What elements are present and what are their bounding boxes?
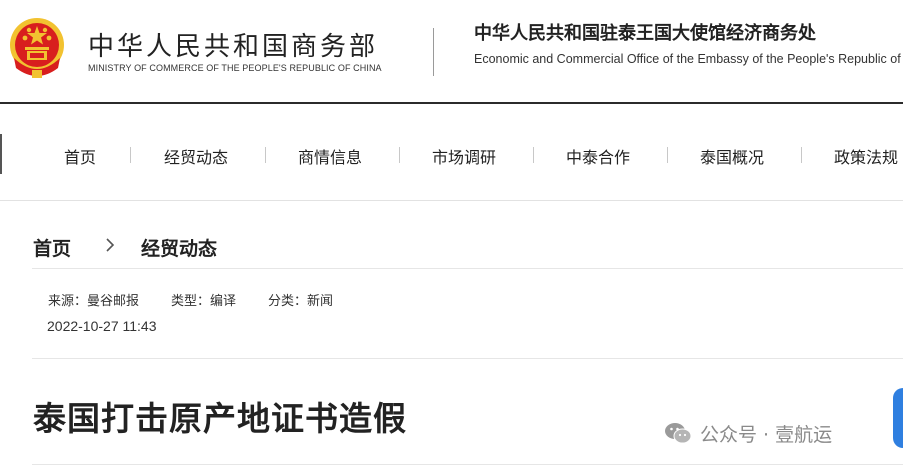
- nav-item-policies-regulations[interactable]: 政策法规: [834, 144, 898, 168]
- breadcrumb-home[interactable]: 首页: [33, 234, 71, 261]
- breadcrumb-divider: [32, 268, 903, 269]
- national-emblem-icon[interactable]: [8, 14, 66, 80]
- article-meta: 来源：曼谷邮报 类型：编译 分类：新闻: [48, 290, 333, 309]
- main-nav: 首页 经贸动态 商情信息 市场调研 中泰合作 泰国概况 政策法规: [0, 104, 903, 200]
- site-header: 中华人民共和国商务部 MINISTRY OF COMMERCE OF THE P…: [0, 0, 903, 103]
- wechat-watermark: 公众号 · 壹航运: [664, 419, 832, 447]
- meta-category: 分类：新闻: [268, 294, 334, 309]
- nav-separator: [130, 147, 131, 163]
- office-name-en[interactable]: Economic and Commercial Office of the Em…: [474, 52, 901, 66]
- meta-divider: [32, 358, 903, 359]
- office-name-cn[interactable]: 中华人民共和国驻泰王国大使馆经济商务处: [474, 19, 816, 45]
- nav-item-china-thailand-cooperation[interactable]: 中泰合作: [566, 144, 630, 168]
- chevron-right-icon: [106, 238, 115, 252]
- nav-item-trade-news[interactable]: 经贸动态: [164, 144, 228, 168]
- breadcrumb-current[interactable]: 经贸动态: [141, 234, 217, 261]
- watermark-text: 公众号 · 壹航运: [700, 423, 833, 446]
- nav-separator: [533, 147, 534, 163]
- nav-item-home[interactable]: 首页: [64, 144, 96, 168]
- floating-side-widget[interactable]: [893, 388, 903, 448]
- meta-type: 类型：编译: [171, 294, 237, 309]
- wechat-icon: [665, 423, 692, 444]
- meta-date: 2022-10-27 11:43: [47, 318, 157, 334]
- ministry-name-cn[interactable]: 中华人民共和国商务部: [88, 26, 378, 63]
- meta-source: 来源：曼谷邮报: [48, 294, 140, 309]
- article-title: 泰国打击原产地证书造假: [33, 399, 407, 438]
- nav-separator: [667, 147, 668, 163]
- nav-separator: [265, 147, 266, 163]
- header-divider: [433, 28, 434, 76]
- title-divider: [32, 464, 903, 465]
- nav-edge-divider: [0, 134, 2, 174]
- nav-bottom-border: [0, 200, 903, 201]
- ministry-name-en[interactable]: MINISTRY OF COMMERCE OF THE PEOPLE'S REP…: [88, 63, 382, 73]
- nav-separator: [399, 147, 400, 163]
- nav-item-business-info[interactable]: 商情信息: [298, 144, 362, 168]
- nav-item-thailand-overview[interactable]: 泰国概况: [700, 144, 764, 168]
- nav-separator: [801, 147, 802, 163]
- nav-item-market-research[interactable]: 市场调研: [432, 144, 496, 168]
